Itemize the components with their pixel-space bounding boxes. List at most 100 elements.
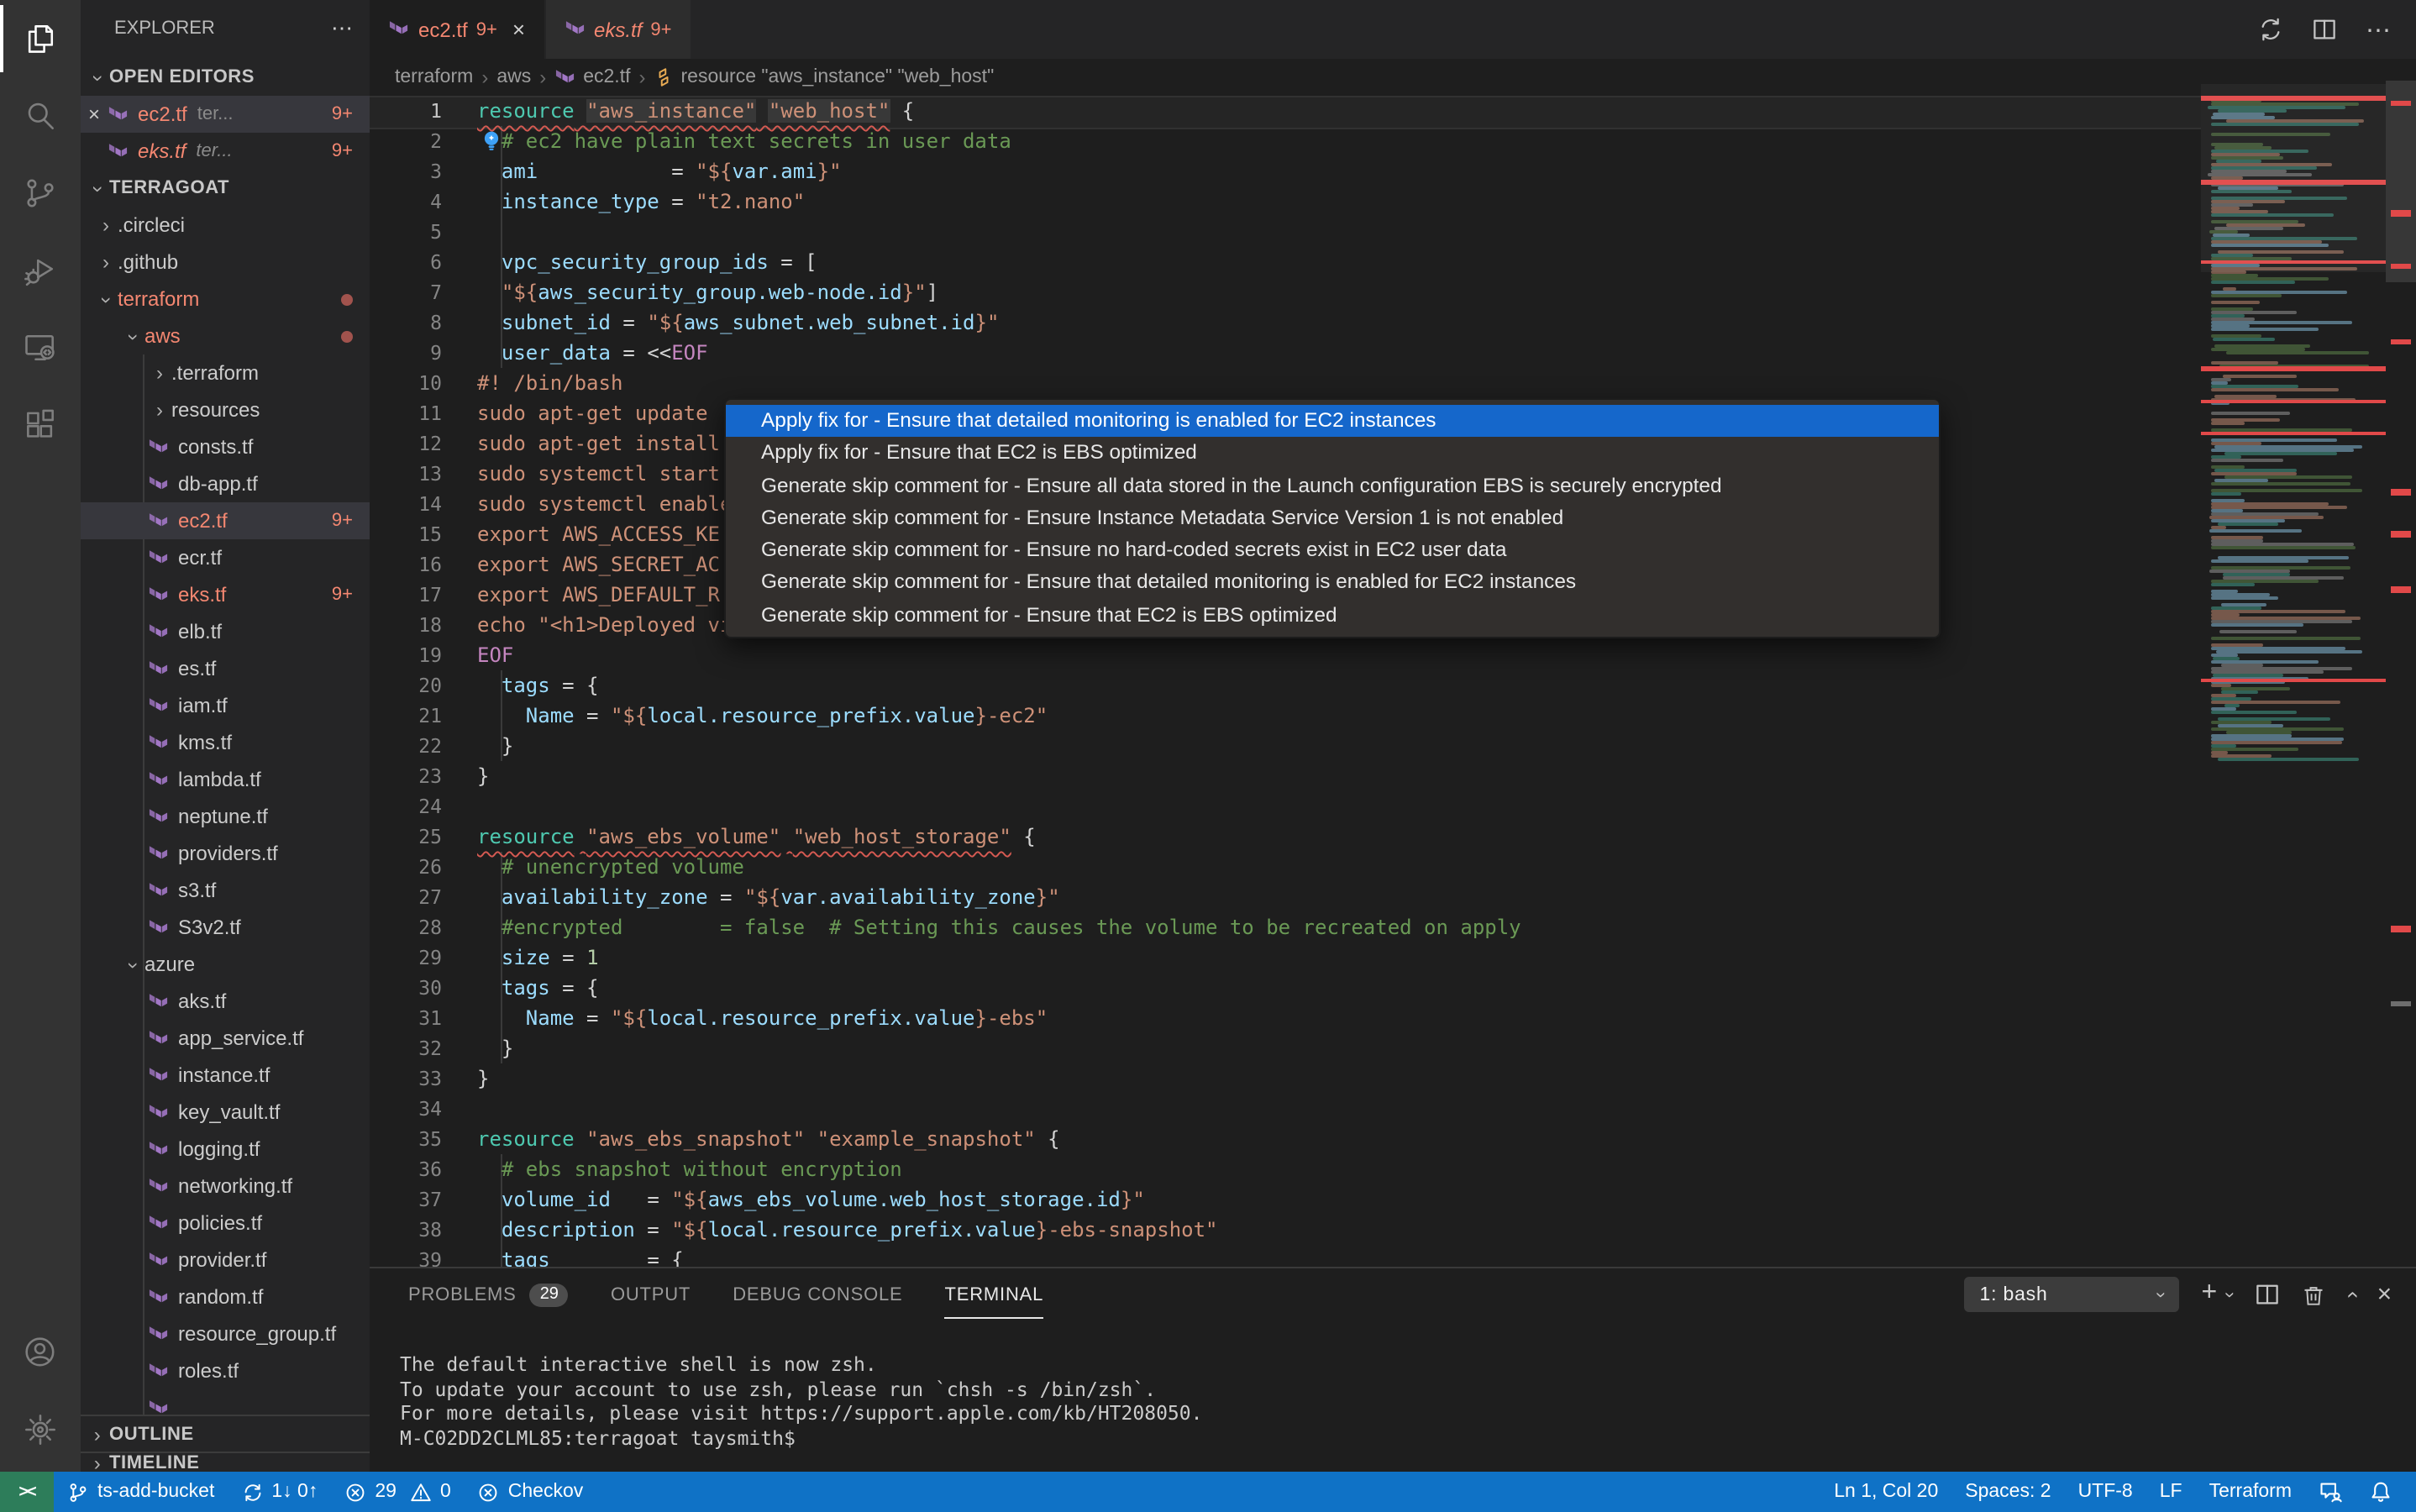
ruler-error-mark xyxy=(2391,211,2411,217)
line-number: 9 xyxy=(370,338,442,368)
status-feedback-icon[interactable] xyxy=(2305,1472,2356,1512)
code-line-25[interactable]: 25resource "aws_ebs_volume" "web_host_st… xyxy=(370,822,2201,852)
line-number: 35 xyxy=(370,1124,442,1154)
overview-ruler xyxy=(2386,0,2416,1267)
code-line-34[interactable]: 34 xyxy=(370,1094,2201,1124)
lightbulb-quickfix-icon[interactable] xyxy=(481,129,502,151)
code-line-27[interactable]: 27 availability_zone = "${var.availabili… xyxy=(370,882,2201,912)
line-number: 33 xyxy=(370,1063,442,1094)
minimap-error-mark xyxy=(2201,400,2386,404)
status-lf[interactable]: LF xyxy=(2146,1472,2196,1512)
bottom-panel: PROBLEMS29 OUTPUT DEBUG CONSOLE TERMINAL 1: … xyxy=(370,1267,2416,1473)
status-spaces-2[interactable]: Spaces: 2 xyxy=(1951,1472,2064,1512)
quickfix-item-6[interactable]: Generate skip comment for - Ensure that … xyxy=(726,600,1939,633)
panel-tab-debug-console[interactable]: DEBUG CONSOLE xyxy=(733,1268,902,1320)
line-number: 17 xyxy=(370,580,442,610)
status-ts-add-bucket[interactable]: ts-add-bucket xyxy=(54,1472,228,1512)
quickfix-item-2[interactable]: Generate skip comment for - Ensure all d… xyxy=(726,470,1939,502)
close-panel-icon[interactable]: × xyxy=(2377,1280,2392,1309)
status-label: ts-add-bucket xyxy=(97,1482,214,1502)
remote-indicator[interactable]: >< xyxy=(0,1472,54,1512)
split-terminal-icon[interactable] xyxy=(2255,1282,2280,1307)
code-line-38[interactable]: 38 description = "${local.resource_prefi… xyxy=(370,1215,2201,1245)
code-line-24[interactable]: 24 xyxy=(370,791,2201,822)
quickfix-item-4[interactable]: Generate skip comment for - Ensure no ha… xyxy=(726,534,1939,567)
code-line-28[interactable]: 28 #encrypted = false # Setting this cau… xyxy=(370,912,2201,942)
status-checkov[interactable]: Checkov xyxy=(465,1472,597,1512)
kill-terminal-icon[interactable] xyxy=(2302,1283,2325,1306)
quickfix-item-1[interactable]: Apply fix for - Ensure that EC2 is EBS o… xyxy=(726,438,1939,470)
line-number: 38 xyxy=(370,1215,442,1245)
code-line-5[interactable]: 5 xyxy=(370,217,2201,247)
code-line-22[interactable]: 22 } xyxy=(370,731,2201,761)
code-line-4[interactable]: 4 instance_type = "t2.nano" xyxy=(370,186,2201,217)
line-number: 25 xyxy=(370,822,442,852)
quickfix-item-0[interactable]: Apply fix for - Ensure that detailed mon… xyxy=(726,405,1939,438)
line-number: 1 xyxy=(370,96,442,126)
code-line-1[interactable]: 1resource "aws_instance" "web_host" { xyxy=(370,96,2201,126)
code-line-32[interactable]: 32 } xyxy=(370,1033,2201,1063)
code-line-20[interactable]: 20 tags = { xyxy=(370,670,2201,701)
status-1-0-[interactable]: 1↓ 0↑ xyxy=(228,1472,331,1512)
bell-icon xyxy=(2369,1480,2392,1504)
panel-tab-terminal[interactable]: TERMINAL xyxy=(945,1268,1044,1320)
panel-tab-output[interactable]: OUTPUT xyxy=(611,1268,691,1320)
code-line-31[interactable]: 31 Name = "${local.resource_prefix.value… xyxy=(370,1003,2201,1033)
ruler-error-mark xyxy=(2391,263,2411,269)
line-number: 20 xyxy=(370,670,442,701)
line-number: 12 xyxy=(370,428,442,459)
code-line-3[interactable]: 3 ami = "${var.ami}" xyxy=(370,156,2201,186)
status-29[interactable]: 290 xyxy=(331,1472,464,1512)
status-label: Terraform xyxy=(2209,1482,2292,1502)
problems-count-badge: 29 xyxy=(530,1283,569,1306)
code-line-29[interactable]: 29 size = 1 xyxy=(370,942,2201,973)
code-line-26[interactable]: 26 # unencrypted volume xyxy=(370,852,2201,882)
code-line-21[interactable]: 21 Name = "${local.resource_prefix.value… xyxy=(370,701,2201,731)
code-line-6[interactable]: 6 vpc_security_group_ids = [ xyxy=(370,247,2201,277)
panel-actions: 1: bash›+››× xyxy=(1965,1277,2416,1312)
terminal-output[interactable]: The default interactive shell is now zsh… xyxy=(400,1352,1202,1451)
code-line-35[interactable]: 35resource "aws_ebs_snapshot" "example_s… xyxy=(370,1124,2201,1154)
minimap-error-mark xyxy=(2201,432,2386,436)
terminal-select-value: 1: bash xyxy=(1980,1284,2048,1305)
checkov-icon xyxy=(478,1481,500,1503)
code-line-37[interactable]: 37 volume_id = "${aws_ebs_volume.web_hos… xyxy=(370,1184,2201,1215)
terminal-select[interactable]: 1: bash› xyxy=(1965,1277,2180,1312)
code-line-8[interactable]: 8 subnet_id = "${aws_subnet.web_subnet.i… xyxy=(370,307,2201,338)
code-line-2[interactable]: 2 # ec2 have plain text secrets in user … xyxy=(370,126,2201,156)
panel-tab-problems[interactable]: PROBLEMS29 xyxy=(408,1268,569,1320)
chevron-down-icon[interactable]: › xyxy=(2219,1291,2240,1298)
minimap-viewport[interactable] xyxy=(2201,84,2386,272)
line-number: 23 xyxy=(370,761,442,791)
code-line-9[interactable]: 9 user_data = <<EOF xyxy=(370,338,2201,368)
vscode-window: EXPLORER ⋯ › OPEN EDITORS ×ec2.tfter...9… xyxy=(0,0,2416,1512)
code-line-36[interactable]: 36 # ebs snapshot without encryption xyxy=(370,1154,2201,1184)
status-ln-1-col-20[interactable]: Ln 1, Col 20 xyxy=(1820,1472,1951,1512)
code-line-30[interactable]: 30 tags = { xyxy=(370,973,2201,1003)
feedback-icon xyxy=(2319,1480,2342,1504)
line-number: 6 xyxy=(370,247,442,277)
scrollbar-thumb[interactable] xyxy=(2386,81,2416,282)
quickfix-item-5[interactable]: Generate skip comment for - Ensure that … xyxy=(726,567,1939,600)
status-terraform[interactable]: Terraform xyxy=(2196,1472,2305,1512)
ruler-mark xyxy=(2391,1001,2411,1007)
code-line-23[interactable]: 23} xyxy=(370,761,2201,791)
sync-icon xyxy=(241,1481,263,1503)
code-line-7[interactable]: 7 "${aws_security_group.web-node.id}"] xyxy=(370,277,2201,307)
ruler-error-mark xyxy=(2391,101,2411,107)
status-label: Spaces: 2 xyxy=(1965,1482,2051,1502)
status-bell-icon[interactable] xyxy=(2356,1472,2406,1512)
line-number: 27 xyxy=(370,882,442,912)
maximize-panel-icon[interactable]: › xyxy=(2339,1290,2364,1298)
code-line-19[interactable]: 19EOF xyxy=(370,640,2201,670)
line-number: 19 xyxy=(370,640,442,670)
new-terminal-icon[interactable]: + xyxy=(2202,1281,2219,1308)
minimap[interactable] xyxy=(2201,0,2386,1267)
status-label: Ln 1, Col 20 xyxy=(1834,1482,1938,1502)
quickfix-item-3[interactable]: Generate skip comment for - Ensure Insta… xyxy=(726,502,1939,535)
panel-tab-label: OUTPUT xyxy=(611,1284,691,1305)
status-utf-8[interactable]: UTF-8 xyxy=(2065,1472,2146,1512)
line-number: 24 xyxy=(370,791,442,822)
code-line-33[interactable]: 33} xyxy=(370,1063,2201,1094)
code-line-10[interactable]: 10#! /bin/bash xyxy=(370,368,2201,398)
